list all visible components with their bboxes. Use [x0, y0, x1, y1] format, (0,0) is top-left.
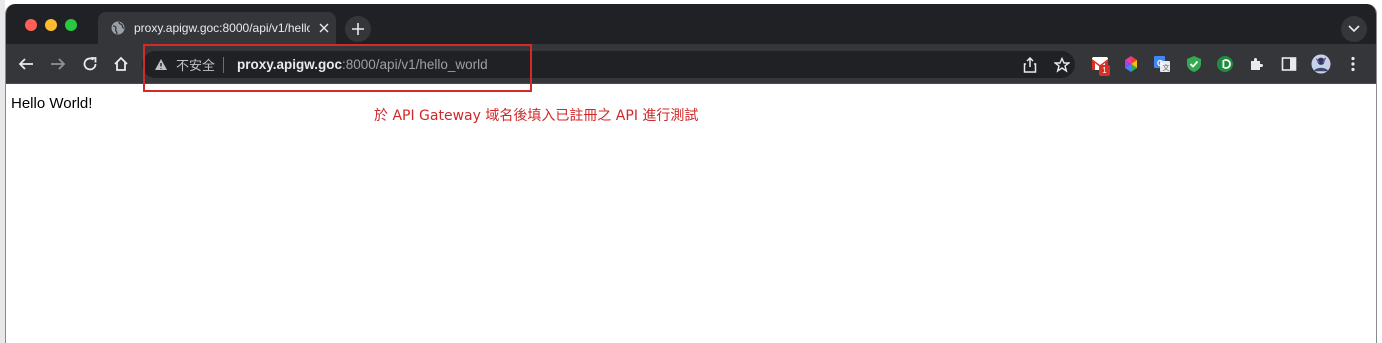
bookmark-star-icon[interactable] — [1053, 56, 1071, 74]
tab-search-button[interactable] — [1341, 16, 1367, 42]
page-body-text: Hello World! — [11, 95, 93, 112]
close-window-button[interactable] — [25, 19, 37, 31]
share-icon[interactable] — [1021, 56, 1039, 74]
side-panel-icon[interactable] — [1279, 54, 1299, 74]
puzzle-extensions-icon[interactable] — [1247, 54, 1267, 74]
forward-button[interactable] — [47, 53, 69, 75]
annotation-caption: 於 API Gateway 域名後填入已註冊之 API 進行測試 — [374, 108, 699, 124]
new-tab-button[interactable] — [345, 16, 371, 42]
chevron-down-icon — [1348, 25, 1360, 33]
google-translate-icon[interactable]: G文 — [1152, 54, 1172, 74]
globe-icon — [110, 20, 126, 36]
browser-window: proxy.apigw.goc:8000/api/v1/hello_world — [5, 4, 1377, 343]
back-button[interactable] — [15, 53, 37, 75]
color-picker-icon[interactable] — [1121, 54, 1141, 74]
minimize-window-button[interactable] — [45, 19, 57, 31]
shield-check-icon[interactable] — [1184, 54, 1204, 74]
close-tab-icon[interactable] — [316, 20, 332, 36]
zoom-window-button[interactable] — [65, 19, 77, 31]
annotation-highlight-box — [143, 44, 532, 92]
gmail-unread-badge: 1 — [1099, 65, 1110, 76]
reload-button[interactable] — [79, 53, 101, 75]
arrow-right-icon — [51, 58, 66, 70]
green-d-extension-icon[interactable] — [1215, 54, 1235, 74]
profile-avatar[interactable] — [1311, 54, 1331, 74]
arrow-left-icon — [18, 58, 33, 70]
kebab-menu-icon[interactable] — [1343, 54, 1363, 74]
svg-text:文: 文 — [1163, 63, 1170, 72]
plus-icon — [352, 23, 364, 35]
reload-icon — [83, 57, 97, 71]
tab-title: proxy.apigw.goc:8000/api/v1/hello_world — [134, 21, 310, 35]
active-tab[interactable]: proxy.apigw.goc:8000/api/v1/hello_world — [98, 12, 336, 44]
home-icon — [114, 56, 128, 71]
tab-strip: proxy.apigw.goc:8000/api/v1/hello_world — [6, 4, 1376, 44]
gmail-checker-icon[interactable]: 1 — [1090, 54, 1110, 76]
home-button[interactable] — [110, 53, 132, 75]
